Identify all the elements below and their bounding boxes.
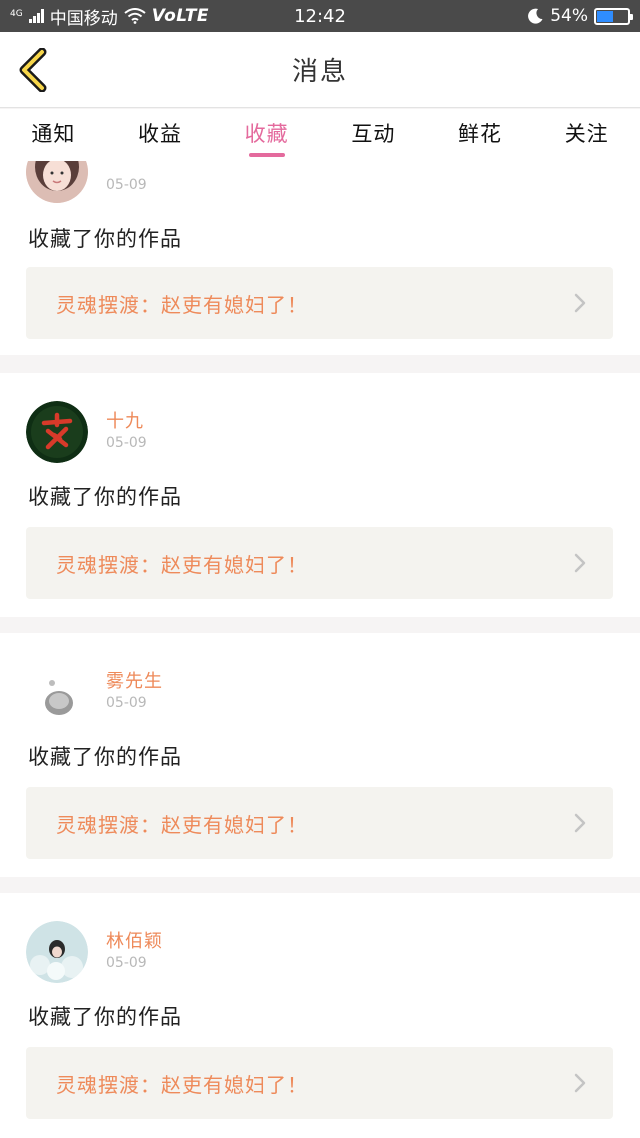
volte-label: VoLTE [151, 6, 210, 26]
status-left: 4G 中国移动 VoLTE [10, 4, 270, 29]
work-link[interactable]: 灵魂摆渡：赵吏有媳妇了！ [26, 1047, 613, 1119]
message-feed[interactable]: 05-09 收藏了你的作品 灵魂摆渡：赵吏有媳妇了！ 十九 05-09 收藏了你… [0, 161, 640, 1138]
username[interactable]: 雾先生 [106, 667, 163, 693]
list-item: 雾先生 05-09 收藏了你的作品 灵魂摆渡：赵吏有媳妇了！ [0, 633, 640, 877]
work-link[interactable]: 灵魂摆渡：赵吏有媳妇了！ [26, 787, 613, 859]
battery-icon [594, 7, 633, 25]
tab-bar: 通知 收益 收藏 互动 鲜花 关注 [0, 109, 640, 161]
work-title: 灵魂摆渡：赵吏有媳妇了！ [56, 292, 308, 317]
avatar[interactable] [26, 921, 88, 983]
network-type: 4G [10, 8, 23, 19]
back-button[interactable] [14, 48, 54, 92]
bubbles-avatar-icon [26, 921, 88, 983]
list-item: 林佰颖 05-09 收藏了你的作品 灵魂摆渡：赵吏有媳妇了！ [0, 893, 640, 1138]
list-item: 05-09 收藏了你的作品 灵魂摆渡：赵吏有媳妇了！ [0, 161, 640, 355]
figure-avatar-icon [26, 661, 88, 723]
status-bar: 4G 中国移动 VoLTE 12:42 54% [0, 0, 640, 32]
tab-flowers[interactable]: 鲜花 [427, 109, 534, 161]
avatar[interactable] [26, 161, 88, 203]
timestamp: 05-09 [106, 435, 147, 451]
username[interactable]: 十九 [106, 407, 144, 433]
work-link[interactable]: 灵魂摆渡：赵吏有媳妇了！ [26, 527, 613, 599]
tab-earnings[interactable]: 收益 [107, 109, 214, 161]
tab-interactions[interactable]: 互动 [320, 109, 427, 161]
wifi-icon [124, 8, 146, 24]
action-text: 收藏了你的作品 [28, 745, 182, 769]
battery-percent: 54% [550, 6, 588, 26]
back-arrow-icon [19, 48, 47, 92]
action-text: 收藏了你的作品 [28, 485, 182, 509]
page-title: 消息 [291, 57, 348, 87]
calligraphy-avatar-icon [26, 401, 88, 463]
avatar[interactable] [26, 661, 88, 723]
timestamp: 05-09 [106, 177, 147, 193]
chevron-right-icon [574, 1073, 586, 1093]
top-header: 消息 [0, 32, 640, 108]
chevron-right-icon [574, 293, 586, 313]
timestamp: 05-09 [106, 955, 147, 971]
avatar[interactable] [26, 401, 88, 463]
chevron-right-icon [574, 553, 586, 573]
girl-avatar-icon [26, 161, 88, 203]
tab-favorites[interactable]: 收藏 [213, 109, 320, 161]
work-title: 灵魂摆渡：赵吏有媳妇了！ [56, 812, 308, 837]
work-title: 灵魂摆渡：赵吏有媳妇了！ [56, 552, 308, 577]
battery-fill [597, 10, 614, 22]
action-text: 收藏了你的作品 [28, 1005, 182, 1029]
list-item: 十九 05-09 收藏了你的作品 灵魂摆渡：赵吏有媳妇了！ [0, 373, 640, 617]
status-right: 54% [370, 6, 633, 26]
timestamp: 05-09 [106, 695, 147, 711]
work-link[interactable]: 灵魂摆渡：赵吏有媳妇了！ [26, 267, 613, 339]
carrier-name: 中国移动 [49, 8, 118, 29]
signal-icon [28, 9, 44, 23]
tab-follows[interactable]: 关注 [533, 109, 640, 161]
moon-icon [528, 8, 543, 24]
username[interactable]: 林佰颖 [106, 927, 163, 953]
work-title: 灵魂摆渡：赵吏有媳妇了！ [56, 1072, 308, 1097]
tab-notifications[interactable]: 通知 [0, 109, 107, 161]
action-text: 收藏了你的作品 [28, 227, 182, 251]
chevron-right-icon [574, 813, 586, 833]
status-time: 12:42 [294, 5, 346, 27]
